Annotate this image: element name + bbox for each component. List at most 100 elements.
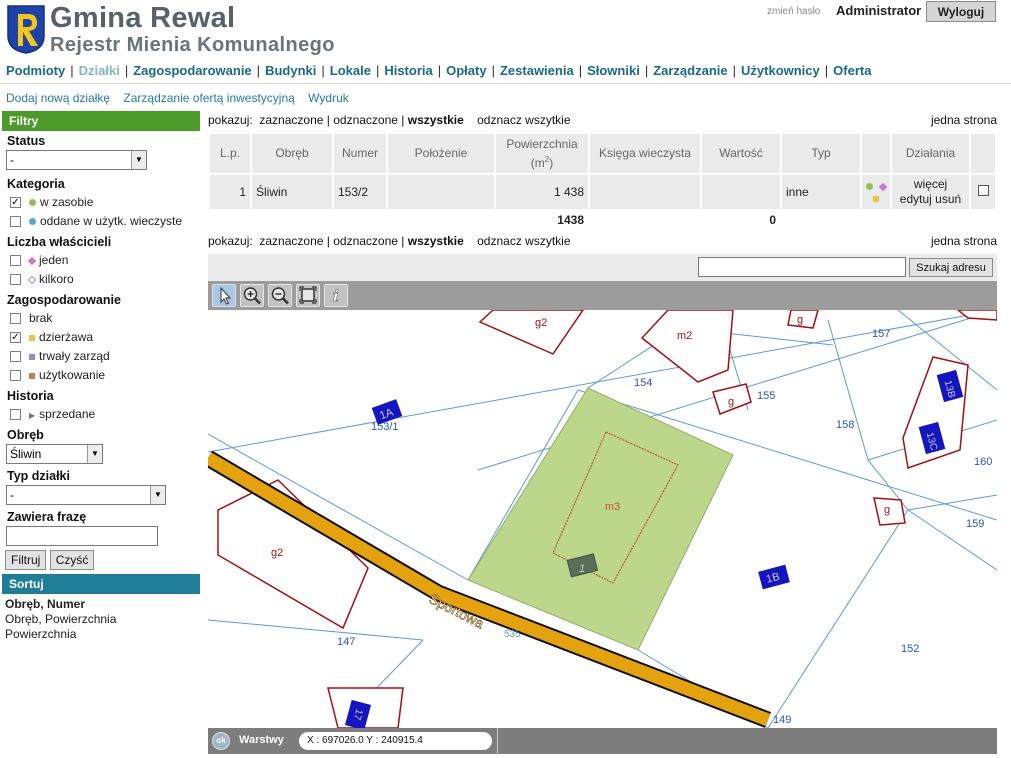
- building-label-m3: m3: [605, 501, 620, 513]
- info-tool[interactable]: i: [324, 284, 348, 307]
- sort-option-area[interactable]: Powierzchnia: [0, 627, 200, 642]
- checkbox[interactable]: [10, 351, 21, 362]
- nav-item-oferta[interactable]: Oferta: [833, 63, 871, 78]
- parcel-label-149: 149: [773, 714, 791, 726]
- status-select[interactable]: - ▼: [6, 150, 147, 170]
- zoom-in-tool[interactable]: [240, 284, 264, 307]
- show-selected-link[interactable]: zaznaczone: [259, 234, 323, 248]
- investment-offer-link[interactable]: Zarządzanie ofertą inwestycyjną: [123, 91, 294, 105]
- nav-item-uzytkownicy[interactable]: Użytkownicy: [741, 63, 820, 78]
- yellow-square-icon: [29, 335, 35, 341]
- nav-item-zarzadzanie[interactable]: Zarządzanie: [653, 63, 727, 78]
- show-all-link[interactable]: wszystkie: [408, 113, 464, 127]
- parcel-label-154: 154: [634, 377, 652, 389]
- sort-option-district-number[interactable]: Obręb, Numer: [0, 597, 200, 612]
- zoom-out-tool[interactable]: [268, 284, 292, 307]
- nav-item-podmioty[interactable]: Podmioty: [6, 63, 65, 78]
- show-all-link[interactable]: wszystkie: [408, 234, 464, 248]
- pointer-icon: [220, 286, 232, 305]
- building-label-g: g: [884, 504, 890, 516]
- clear-button[interactable]: Czyść: [49, 550, 95, 570]
- category-w-zasobie: ✓ w zasobie: [10, 195, 94, 209]
- nav-separator: |: [578, 63, 583, 78]
- street-code-label: 535: [504, 629, 521, 640]
- checkbox[interactable]: [10, 255, 21, 266]
- checkbox[interactable]: [10, 216, 21, 227]
- show-selected-link[interactable]: zaznaczone: [259, 113, 323, 127]
- parcel-label-147: 147: [337, 636, 355, 648]
- blue-dot-icon: [29, 218, 36, 225]
- checkbox[interactable]: [10, 409, 21, 420]
- main-nav: Podmioty | Działki | Zagospodarowanie | Budynk…: [6, 63, 871, 78]
- change-password-link[interactable]: zmień hasło: [767, 6, 820, 17]
- nav-item-dzialki[interactable]: Działki: [79, 63, 120, 78]
- delete-link[interactable]: usuń: [935, 192, 961, 206]
- development-uzytkowanie: użytkowanie: [0, 366, 200, 385]
- development-label: Zagospodarowanie: [7, 293, 121, 307]
- checkbox[interactable]: [10, 370, 21, 381]
- filter-button[interactable]: Filtruj: [5, 550, 47, 570]
- table-row[interactable]: 1 Śliwin 153/2 1 438 inne więcej edytuj …: [210, 173, 995, 209]
- nav-item-zestawienia[interactable]: Zestawienia: [500, 63, 574, 78]
- nav-item-slowniki[interactable]: Słowniki: [587, 63, 640, 78]
- cell-wartosc: [702, 173, 780, 209]
- show-unselected-link[interactable]: odznaczone: [333, 113, 398, 127]
- nav-item-budynki[interactable]: Budynki: [265, 63, 316, 78]
- add-parcel-link[interactable]: Dodaj nową działkę: [6, 91, 110, 105]
- unmark-all-link[interactable]: odznacz wszytkie: [477, 113, 570, 127]
- sort-option-district-area[interactable]: Obręb, Powierzchnia: [0, 612, 200, 627]
- nav-item-lokale[interactable]: Lokale: [330, 63, 371, 78]
- sidebar: Filtry Status - ▼ Kategoria ✓ w zasobie …: [0, 111, 200, 642]
- more-link[interactable]: więcej: [914, 177, 947, 191]
- district-select-value: Śliwin: [10, 447, 42, 461]
- parcel-label-160: 160: [974, 456, 992, 468]
- show-unselected-link[interactable]: odznaczone: [333, 234, 398, 248]
- cell-obreb: Śliwin: [252, 173, 332, 209]
- nav-item-zagospodarowanie[interactable]: Zagospodarowanie: [133, 63, 251, 78]
- development-trwaly-zarzad: trwały zarząd: [0, 347, 200, 366]
- filters-header: Filtry: [2, 111, 200, 131]
- select-tool[interactable]: [212, 284, 236, 307]
- address-search-button[interactable]: Szukaj adresu: [909, 258, 993, 277]
- map-canvas[interactable]: Sportowa 535 1 157 154 155 158 160 159 1…: [208, 310, 997, 728]
- zoom-in-icon: [243, 287, 261, 305]
- checkbox-checked[interactable]: ✓: [10, 332, 21, 343]
- parcel-label-157: 157: [872, 328, 890, 340]
- edit-link[interactable]: edytuj: [900, 192, 932, 206]
- checkbox[interactable]: [10, 274, 21, 285]
- district-select[interactable]: Śliwin ▼: [6, 444, 103, 464]
- col-powierzchnia: Powierzchnia (m2): [496, 134, 588, 173]
- parcels-table: L.p. Obręb Numer Położenie Powierzchnia …: [208, 134, 997, 231]
- cell-ksiega: [590, 173, 700, 209]
- phrase-input[interactable]: [6, 526, 158, 546]
- status-label: Status: [7, 134, 46, 148]
- cell-select: [971, 173, 995, 209]
- cell-numer: 153/2: [334, 173, 386, 209]
- checkbox[interactable]: [10, 313, 21, 324]
- row-checkbox[interactable]: [977, 185, 989, 196]
- building-label-m2: m2: [677, 330, 692, 342]
- highlighted-parcel[interactable]: [467, 387, 734, 651]
- full-extent-tool[interactable]: [296, 284, 320, 307]
- logout-button[interactable]: Wyloguj: [926, 1, 996, 22]
- nav-separator: |: [437, 63, 442, 78]
- history-label: Historia: [7, 389, 54, 403]
- map-view[interactable]: Sportowa 535 1 157 154 155 158 160 159 1…: [208, 310, 997, 728]
- layers-button[interactable]: Warstwy: [239, 734, 284, 746]
- history-sprzedane: ▶ sprzedane: [0, 405, 200, 424]
- nav-item-historia[interactable]: Historia: [384, 63, 432, 78]
- show-filter-bar-bottom: pokazuj: zaznaczone | odznaczone | wszys…: [208, 234, 997, 248]
- print-link[interactable]: Wydruk: [308, 91, 349, 105]
- nav-item-oplaty[interactable]: Opłaty: [446, 63, 486, 78]
- cell-status-icons: [862, 173, 890, 209]
- parcel-label-158: 158: [836, 419, 854, 431]
- checkbox-checked[interactable]: ✓: [10, 197, 21, 208]
- table-header-row: L.p. Obręb Numer Położenie Powierzchnia …: [210, 134, 995, 173]
- totals-row: 1438 0: [210, 209, 995, 231]
- owners-jeden: jeden: [0, 251, 200, 270]
- unmark-all-link[interactable]: odznacz wszytkie: [477, 234, 570, 248]
- municipality-logo: [7, 5, 45, 54]
- parcel-type-select[interactable]: - ▼: [6, 485, 166, 505]
- address-search-input[interactable]: [698, 257, 906, 277]
- header: Gmina Rewal Rejestr Mienia Komunalnego z…: [0, 0, 1011, 62]
